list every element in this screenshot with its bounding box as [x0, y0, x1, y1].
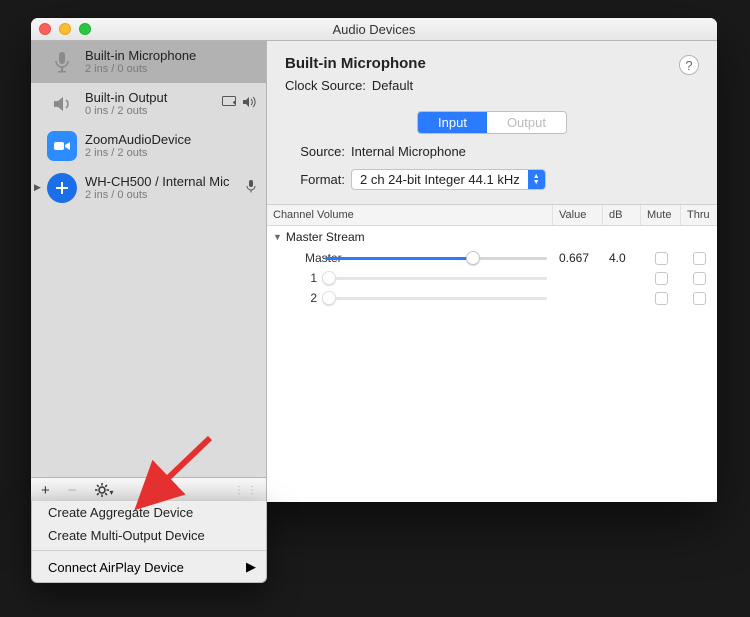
- gear-menu-button[interactable]: ▾: [91, 482, 118, 499]
- submenu-arrow-icon: ▶: [246, 559, 256, 575]
- format-label: Format:: [285, 172, 345, 187]
- sound-output-icon: [242, 95, 256, 113]
- volume-slider: [325, 271, 547, 285]
- master-stream-row[interactable]: ▼ Master Stream: [267, 226, 717, 248]
- help-button[interactable]: ?: [679, 55, 699, 75]
- mute-checkbox[interactable]: [655, 252, 668, 265]
- menu-create-multi-output[interactable]: Create Multi-Output Device: [32, 524, 266, 547]
- zoom-icon[interactable]: [79, 23, 91, 35]
- thru-checkbox[interactable]: [693, 292, 706, 305]
- db-cell: 4.0: [603, 249, 641, 267]
- menu-separator: [32, 550, 266, 551]
- tab-output: Output: [487, 112, 566, 133]
- volume-slider: [325, 291, 547, 305]
- audio-devices-window: Audio Devices Built-in Microphone 2 ins …: [31, 18, 717, 502]
- tab-input[interactable]: Input: [418, 112, 487, 133]
- detail-title: Built-in Microphone: [285, 55, 661, 72]
- source-value: Internal Microphone: [351, 144, 466, 159]
- channel-table: Channel Volume Value dB Mute Thru ▼ Mast…: [267, 204, 717, 502]
- format-select[interactable]: 2 ch 24-bit Integer 44.1 kHz ▲▼: [351, 169, 546, 190]
- default-input-icon: [246, 179, 256, 198]
- mute-checkbox[interactable]: [655, 292, 668, 305]
- device-built-in-microphone[interactable]: Built-in Microphone 2 ins / 0 outs: [31, 41, 266, 83]
- volume-slider[interactable]: [325, 251, 547, 265]
- device-io: 2 ins / 0 outs: [85, 189, 238, 202]
- speaker-icon: [47, 89, 77, 119]
- channel-name: 1: [267, 271, 325, 285]
- thru-checkbox[interactable]: [693, 272, 706, 285]
- display-output-icon: [222, 95, 238, 113]
- io-tabs: Input Output: [417, 111, 567, 134]
- col-mute[interactable]: Mute: [641, 205, 681, 225]
- device-aggregate[interactable]: ▶ WH-CH500 / Internal Mic 2 ins / 0 outs: [31, 167, 266, 209]
- device-built-in-output[interactable]: Built-in Output 0 ins / 2 outs: [31, 83, 266, 125]
- device-name: Built-in Output: [85, 90, 214, 106]
- resize-grip-icon[interactable]: ⋮⋮: [234, 485, 260, 496]
- microphone-icon: [47, 47, 77, 77]
- master-stream-label: Master Stream: [286, 230, 365, 244]
- channel-name: 2: [267, 291, 325, 305]
- remove-device-button[interactable]: −: [64, 482, 81, 499]
- titlebar[interactable]: Audio Devices: [31, 18, 717, 41]
- gear-popup-menu: Create Aggregate Device Create Multi-Out…: [31, 501, 267, 583]
- menu-connect-airplay[interactable]: Connect AirPlay Device ▶: [32, 554, 266, 582]
- device-io: 2 ins / 0 outs: [85, 63, 256, 76]
- clock-source-label: Clock Source:: [285, 78, 366, 93]
- menu-label: Connect AirPlay Device: [48, 560, 184, 575]
- db-cell: [603, 276, 641, 280]
- zoom-icon: [47, 131, 77, 161]
- device-name: WH-CH500 / Internal Mic: [85, 174, 238, 190]
- disclosure-down-icon[interactable]: ▼: [273, 232, 282, 242]
- aggregate-icon: [47, 173, 77, 203]
- channel-name: Master: [267, 251, 325, 265]
- device-io: 2 ins / 2 outs: [85, 147, 256, 160]
- value-cell: 0.667: [553, 249, 603, 267]
- col-channel-volume[interactable]: Channel Volume: [267, 205, 553, 225]
- channel-row-master: Master 0.667 4.0: [267, 248, 717, 268]
- device-name: ZoomAudioDevice: [85, 132, 256, 148]
- disclosure-triangle-icon[interactable]: ▶: [34, 182, 41, 193]
- thru-checkbox[interactable]: [693, 252, 706, 265]
- close-icon[interactable]: [39, 23, 51, 35]
- source-label: Source:: [285, 144, 345, 159]
- traffic-lights: [39, 23, 91, 35]
- value-cell: [553, 296, 603, 300]
- value-cell: [553, 276, 603, 280]
- device-zoom-audio[interactable]: ZoomAudioDevice 2 ins / 2 outs: [31, 125, 266, 167]
- device-list[interactable]: Built-in Microphone 2 ins / 0 outs Built…: [31, 41, 266, 477]
- stepper-icon: ▲▼: [528, 170, 545, 189]
- col-db[interactable]: dB: [603, 205, 641, 225]
- window-title: Audio Devices: [332, 22, 415, 37]
- device-sidebar: Built-in Microphone 2 ins / 0 outs Built…: [31, 41, 267, 502]
- col-value[interactable]: Value: [553, 205, 603, 225]
- sidebar-toolbar: + − ▾ ⋮⋮: [31, 477, 266, 502]
- device-io: 0 ins / 2 outs: [85, 105, 214, 118]
- col-thru[interactable]: Thru: [681, 205, 717, 225]
- channel-row-2: 2: [267, 288, 717, 308]
- menu-create-aggregate[interactable]: Create Aggregate Device: [32, 501, 266, 524]
- add-device-button[interactable]: +: [37, 482, 54, 499]
- clock-source-value: Default: [372, 78, 413, 93]
- device-detail-pane: Built-in Microphone Clock Source: Defaul…: [267, 41, 717, 502]
- mute-checkbox[interactable]: [655, 272, 668, 285]
- channel-row-1: 1: [267, 268, 717, 288]
- device-name: Built-in Microphone: [85, 48, 256, 64]
- db-cell: [603, 296, 641, 300]
- format-value: 2 ch 24-bit Integer 44.1 kHz: [352, 170, 528, 189]
- minimize-icon[interactable]: [59, 23, 71, 35]
- channel-header-row: Channel Volume Value dB Mute Thru: [267, 205, 717, 226]
